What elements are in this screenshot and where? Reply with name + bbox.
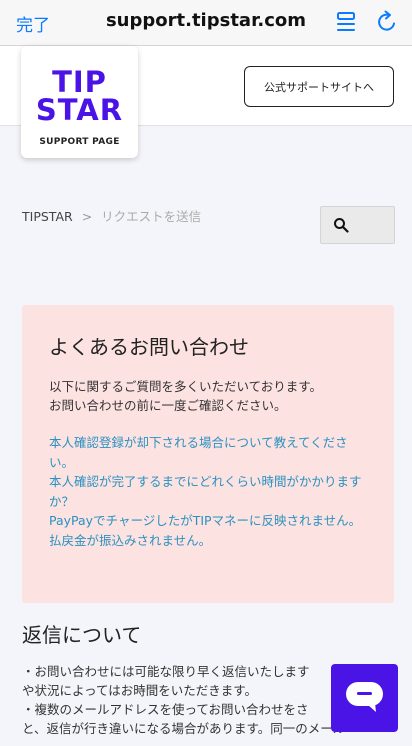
breadcrumb-current: リクエストを送信	[101, 209, 202, 224]
faq-title: よくあるお問い合わせ	[49, 335, 249, 359]
faq-intro: 以下に関するご質問を多くいただいております。 お問い合わせの前に一度ご確認くださ…	[49, 379, 323, 413]
faq-link-identity-time[interactable]: 本人確認が完了するまでにどれくらい時間がかかりますか？	[49, 472, 369, 511]
faq-links: 本人確認登録が却下される場合について教えてください。 本人確認が完了するまでにど…	[49, 433, 369, 551]
search-button[interactable]	[320, 206, 395, 244]
browser-toolbar: 完了 support.tipstar.com	[0, 0, 412, 46]
faq-section: よくあるお問い合わせ 以下に関するご質問を多くいただいております。 お問い合わせ…	[22, 305, 394, 603]
reload-icon[interactable]	[374, 9, 400, 35]
reply-title: 返信について	[22, 623, 142, 647]
official-support-button[interactable]: 公式サポートサイトへ	[244, 66, 394, 107]
chat-bubble-icon	[345, 681, 384, 713]
logo-subtitle: SUPPORT PAGE	[39, 137, 120, 147]
breadcrumb: TIPSTAR > リクエストを送信	[22, 206, 201, 225]
faq-link-paypay[interactable]: PayPayでチャージしたがTIPマネーに反映されません。	[49, 511, 369, 531]
chat-button[interactable]	[331, 664, 398, 732]
tipstar-logo[interactable]: TIP STAR SUPPORT PAGE	[21, 46, 138, 158]
faq-link-refund[interactable]: 払戻金が振込みされません。	[49, 531, 369, 551]
breadcrumb-separator: >	[81, 209, 93, 224]
search-icon	[333, 217, 349, 233]
faq-link-identity-rejected[interactable]: 本人確認登録が却下される場合について教えてください。	[49, 433, 369, 472]
breadcrumb-home[interactable]: TIPSTAR	[22, 209, 73, 224]
logo-wordmark: TIP STAR	[35, 65, 124, 127]
reader-icon[interactable]	[334, 9, 360, 35]
